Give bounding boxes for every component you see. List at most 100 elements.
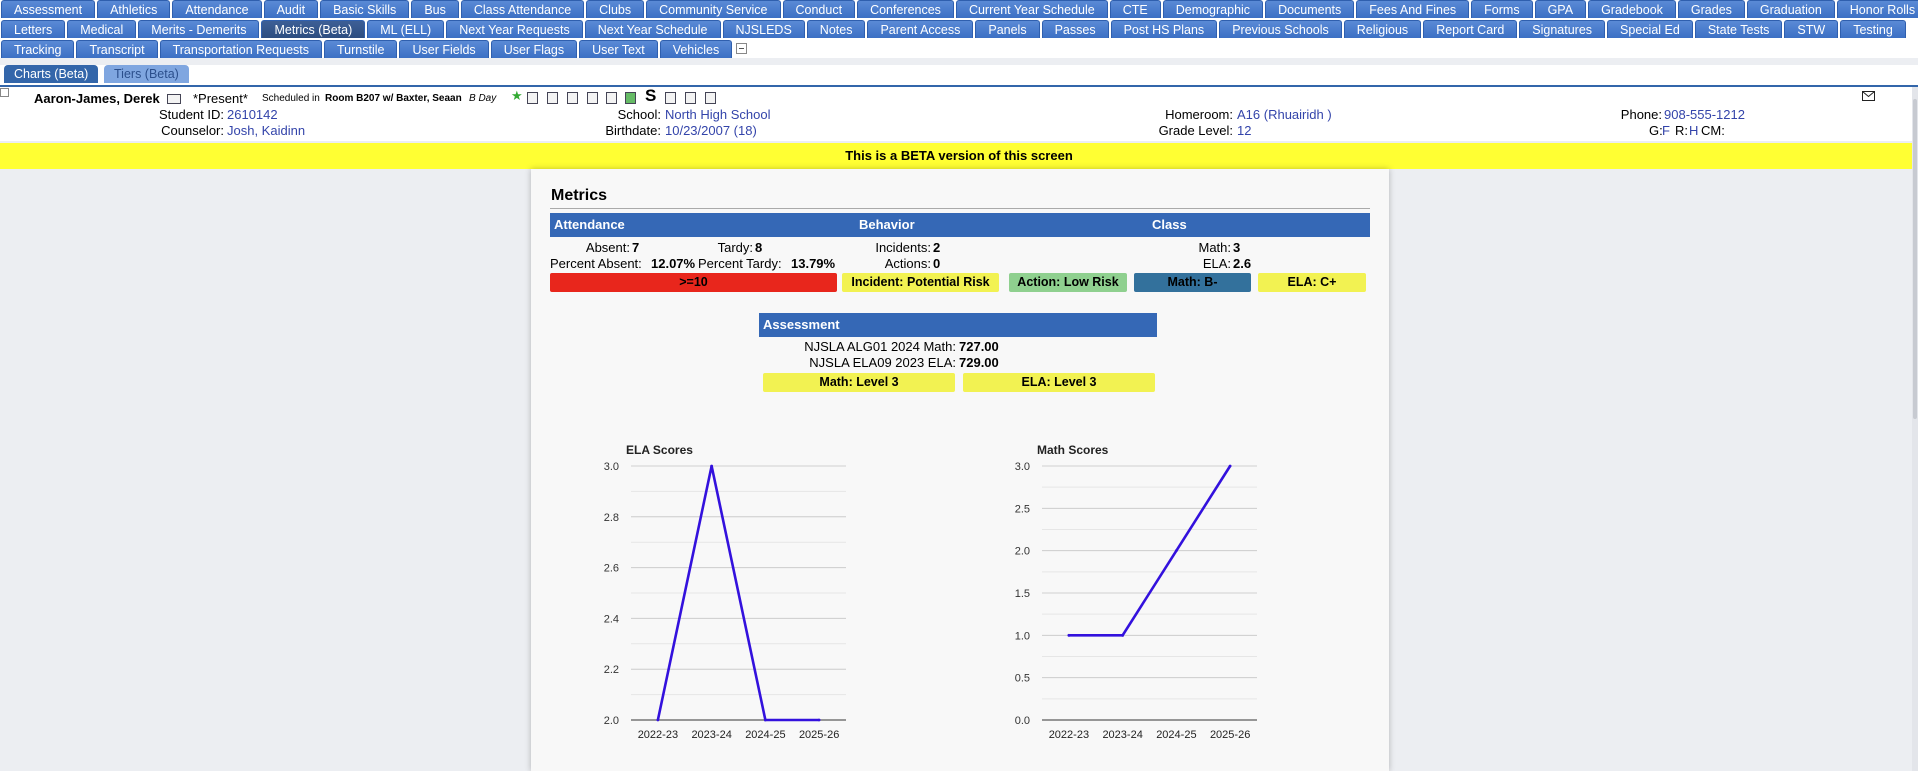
tab-religious[interactable]: Religious	[1343, 20, 1422, 38]
tab-next-year-requests[interactable]: Next Year Requests	[446, 20, 583, 38]
mail-icon[interactable]	[1862, 89, 1875, 104]
tab-previous-schools[interactable]: Previous Schools	[1219, 20, 1342, 38]
tab-njsleds[interactable]: NJSLEDS	[722, 20, 805, 38]
y-tick-label: 2.8	[604, 512, 619, 524]
subtab-tiers[interactable]: Tiers (Beta)	[104, 65, 189, 83]
photo-icon[interactable]	[167, 90, 184, 105]
tab-basic-skills[interactable]: Basic Skills	[320, 0, 410, 18]
copy-icon[interactable]	[606, 89, 620, 104]
tab-current-year-schedule[interactable]: Current Year Schedule	[955, 0, 1108, 18]
tab-state-tests[interactable]: State Tests	[1694, 20, 1783, 38]
tab-tracking[interactable]: Tracking	[1, 40, 75, 58]
photo-icon[interactable]	[625, 89, 639, 104]
y-tick-label: 1.5	[1015, 588, 1030, 600]
counselor-link[interactable]: Josh, Kaidinn	[227, 123, 305, 138]
scrollbar-track[interactable]	[1912, 87, 1918, 771]
collapse-toggle[interactable]	[0, 88, 9, 97]
tab-bus[interactable]: Bus	[411, 0, 459, 18]
class-math-value: 3	[1233, 240, 1241, 255]
tab-demographic[interactable]: Demographic	[1162, 0, 1264, 18]
y-tick-label: 2.0	[604, 715, 619, 727]
tab-gpa[interactable]: GPA	[1534, 0, 1587, 18]
metrics-title: Metrics	[551, 187, 608, 204]
absent-value: 7	[632, 240, 640, 255]
collapse-tabs-icon[interactable]	[736, 43, 748, 54]
tab-class-attendance[interactable]: Class Attendance	[460, 0, 585, 18]
tab-parent-access[interactable]: Parent Access	[867, 20, 974, 38]
tab-post-hs-plans[interactable]: Post HS Plans	[1110, 20, 1218, 38]
subtab-bar: Charts (Beta) Tiers (Beta)	[0, 65, 1918, 85]
assessment-math-value: 727.00	[959, 339, 999, 354]
actions-label: Actions:	[884, 256, 931, 271]
class-ela-label: ELA:	[1202, 256, 1231, 271]
tab-letters[interactable]: Letters	[1, 20, 66, 38]
tab-merits-demerits[interactable]: Merits - Demerits	[138, 20, 260, 38]
tab-gradebook[interactable]: Gradebook	[1588, 0, 1676, 18]
tab-documents[interactable]: Documents	[1265, 0, 1355, 18]
data-point	[763, 718, 767, 722]
tab-community-service[interactable]: Community Service	[646, 0, 781, 18]
tab-grades[interactable]: Grades	[1677, 0, 1745, 18]
save-icon[interactable]	[705, 89, 719, 104]
tab-fees-and-fines[interactable]: Fees And Fines	[1356, 0, 1470, 18]
tab-clubs[interactable]: Clubs	[586, 0, 645, 18]
tab-signatures[interactable]: Signatures	[1519, 20, 1606, 38]
birthdate-value: 10/23/2007 (18)	[665, 123, 757, 138]
student-id-label: Student ID:	[158, 107, 224, 122]
y-tick-label: 2.0	[1015, 546, 1030, 558]
tab-transportation-requests[interactable]: Transportation Requests	[159, 40, 322, 58]
tab-testing[interactable]: Testing	[1840, 20, 1906, 38]
class-ela-value: 2.6	[1233, 256, 1252, 271]
tab-athletics[interactable]: Athletics	[97, 0, 171, 18]
tab-cte[interactable]: CTE	[1109, 0, 1161, 18]
beta-banner: This is a BETA version of this screen	[0, 143, 1918, 169]
tab-forms[interactable]: Forms	[1471, 0, 1533, 18]
id-card-icon[interactable]	[685, 89, 699, 104]
tab-special-ed[interactable]: Special Ed	[1607, 20, 1693, 38]
tab-attendance[interactable]: Attendance	[172, 0, 262, 18]
tab-report-card[interactable]: Report Card	[1423, 20, 1518, 38]
tab-user-fields[interactable]: User Fields	[399, 40, 489, 58]
phone-link[interactable]: 908-555-1212	[1664, 107, 1745, 122]
tab-transcript[interactable]: Transcript	[76, 40, 158, 58]
homeroom-link[interactable]: A16 (Rhuairidh )	[1237, 107, 1332, 122]
student-id-link[interactable]: 2610142	[227, 107, 278, 122]
scrollbar-thumb[interactable]	[1913, 99, 1917, 419]
grid-icon[interactable]	[587, 89, 601, 104]
grade-label: Grade Level:	[1158, 123, 1233, 138]
tab-panels[interactable]: Panels	[975, 20, 1040, 38]
tab-conferences[interactable]: Conferences	[857, 0, 954, 18]
s-icon[interactable]: S	[645, 86, 656, 106]
data-point	[1228, 464, 1232, 468]
tab-medical[interactable]: Medical	[67, 20, 137, 38]
y-tick-label: 1.0	[1015, 630, 1030, 642]
monitor-icon[interactable]	[665, 89, 679, 104]
tab-graduation[interactable]: Graduation	[1746, 0, 1835, 18]
document-icon[interactable]	[567, 89, 581, 104]
tab-metrics-beta[interactable]: Metrics (Beta)	[261, 20, 366, 38]
tab-user-flags[interactable]: User Flags	[490, 40, 578, 58]
school-link[interactable]: North High School	[665, 107, 771, 122]
tab-ml-ell[interactable]: ML (ELL)	[367, 20, 445, 38]
tab-next-year-schedule[interactable]: Next Year Schedule	[584, 20, 721, 38]
incidents-label: Incidents:	[875, 240, 931, 255]
tab-turnstile[interactable]: Turnstile	[324, 40, 398, 58]
class-math-label: Math:	[1198, 240, 1231, 255]
tab-vehicles[interactable]: Vehicles	[659, 40, 733, 58]
grade-value: 12	[1237, 123, 1252, 138]
tab-user-text[interactable]: User Text	[579, 40, 658, 58]
birthdate-label: Birthdate:	[605, 123, 661, 138]
tab-stw[interactable]: STW	[1784, 20, 1839, 38]
subtab-charts[interactable]: Charts (Beta)	[4, 65, 99, 83]
tab-audit[interactable]: Audit	[263, 0, 319, 18]
tab-honor-rolls[interactable]: Honor Rolls	[1836, 0, 1918, 18]
tardy-label: Tardy:	[717, 240, 753, 255]
tab-passes[interactable]: Passes	[1041, 20, 1109, 38]
document-icon[interactable]	[547, 89, 561, 104]
document-icon[interactable]	[527, 89, 541, 104]
tab-notes[interactable]: Notes	[806, 20, 866, 38]
tab-assessment[interactable]: Assessment	[1, 0, 96, 18]
scheduled-room: Room B207 w/ Baxter, Seaan	[325, 93, 462, 104]
tab-conduct[interactable]: Conduct	[782, 0, 856, 18]
star-icon[interactable]: ★	[511, 88, 523, 104]
